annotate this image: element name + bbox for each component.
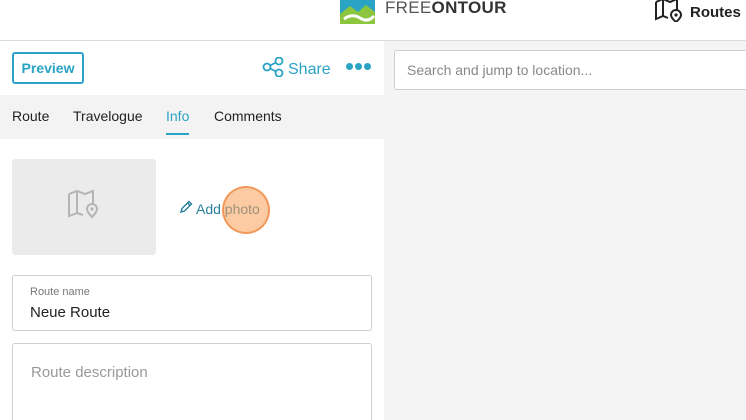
location-search[interactable]	[394, 50, 746, 90]
brand-suffix: ONTOUR	[431, 0, 507, 17]
route-photo-placeholder[interactable]	[12, 159, 156, 255]
share-label: Share	[288, 60, 331, 78]
preview-button[interactable]: Preview	[12, 52, 84, 84]
tab-comments[interactable]: Comments	[214, 108, 282, 133]
pencil-icon	[179, 200, 193, 217]
route-description-placeholder: Route description	[31, 364, 148, 381]
more-dots-icon	[346, 63, 353, 70]
route-description-field[interactable]: Route description	[12, 343, 372, 420]
map-placeholder-icon	[67, 189, 101, 226]
tab-route[interactable]: Route	[12, 108, 49, 133]
share-icon	[262, 56, 284, 82]
route-name-label: Route name	[30, 286, 90, 298]
routes-label: Routes	[690, 4, 741, 21]
map-area[interactable]	[384, 41, 746, 420]
editor-toolbar: Preview Share	[0, 41, 384, 95]
add-photo-label: Add photo	[196, 200, 260, 217]
share-button[interactable]: Share	[262, 56, 331, 82]
add-photo-link[interactable]: Add photo	[179, 200, 260, 217]
more-dots-icon	[355, 63, 362, 70]
more-options-button[interactable]	[346, 63, 371, 70]
editor-tabs: Route Travelogue Info Comments	[0, 95, 384, 139]
route-name-value[interactable]: Neue Route	[30, 304, 110, 321]
tab-info[interactable]: Info	[166, 108, 190, 135]
brand-name: FREEONTOUR	[385, 0, 507, 17]
brand-logo[interactable]: FREEONTOUR	[340, 0, 507, 24]
routes-button[interactable]: Routes	[654, 0, 741, 27]
more-dots-icon	[364, 63, 371, 70]
logo-mountain-icon	[340, 0, 375, 24]
route-editor-panel: Preview Share Route Travelogue Info Comm…	[0, 41, 384, 420]
brand-prefix: FREE	[385, 0, 432, 17]
map-pin-icon	[654, 0, 684, 27]
location-search-input[interactable]	[395, 51, 746, 89]
route-name-field[interactable]: Route name Neue Route	[12, 275, 372, 331]
tab-travelogue[interactable]: Travelogue	[73, 108, 143, 133]
top-header: FREEONTOUR Routes	[0, 0, 746, 41]
